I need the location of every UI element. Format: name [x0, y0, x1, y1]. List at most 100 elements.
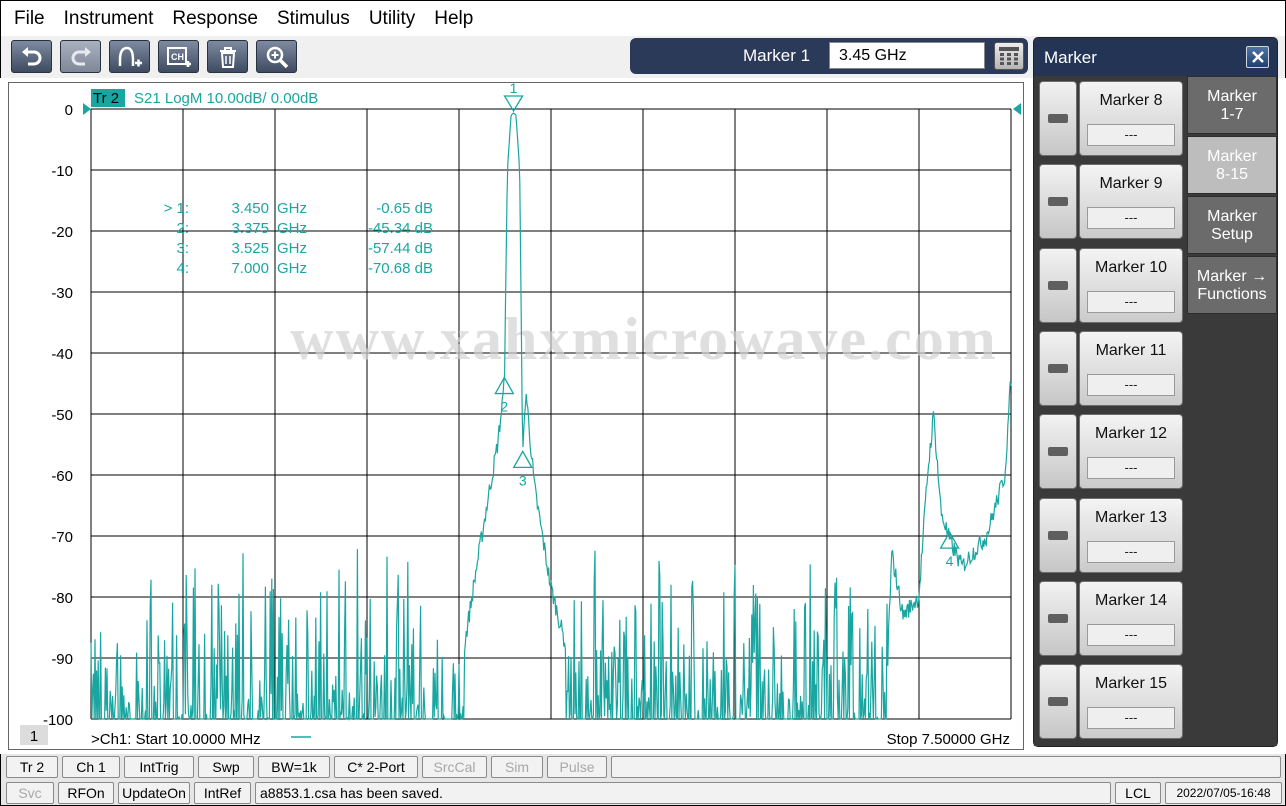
marker-select-button[interactable]: Marker 11 ---	[1079, 330, 1183, 406]
marker-select-button[interactable]: Marker 10 ---	[1079, 247, 1183, 323]
marker-select-button[interactable]: Marker 13 ---	[1079, 497, 1183, 573]
toggle-indicator-icon	[1048, 280, 1068, 290]
trace-info[interactable]: S21 LogM 10.00dB/ 0.00dB	[134, 90, 318, 107]
marker-readout-unit: GHz	[277, 220, 307, 237]
status-channel[interactable]: Ch 1	[62, 756, 120, 778]
marker-button-label: Marker 9	[1099, 175, 1163, 193]
marker-frequency-input[interactable]: 3.45 GHz	[829, 42, 985, 69]
tab-line-2: Functions	[1197, 286, 1267, 303]
marker-row: Marker 11 ---	[1034, 326, 1187, 406]
status-srccal[interactable]: SrcCal	[422, 756, 487, 778]
add-channel-button[interactable]: CH	[158, 40, 199, 73]
marker-toggle-button[interactable]	[1039, 414, 1077, 490]
active-entry-label: Marker 1	[743, 46, 811, 65]
marker-select-button[interactable]: Marker 9 ---	[1079, 164, 1183, 240]
status-datetime: 2022/07/05-16:48	[1165, 782, 1282, 804]
marker-4-label: 4	[946, 553, 954, 569]
redo-button[interactable]	[60, 40, 101, 73]
close-icon	[1251, 51, 1264, 63]
marker-readout-unit: GHz	[277, 200, 307, 217]
ref-level-right-icon	[1013, 103, 1021, 115]
marker-tab[interactable]: Marker → Functions	[1187, 256, 1277, 314]
marker-tab[interactable]: Marker Setup	[1187, 196, 1277, 254]
status-calibration[interactable]: C* 2-Port	[334, 756, 418, 778]
y-tick-label: -90	[51, 651, 73, 668]
marker-select-button[interactable]: Marker 12 ---	[1079, 414, 1183, 490]
delete-button[interactable]	[207, 40, 248, 73]
marker-button-value: ---	[1087, 707, 1175, 730]
marker-toggle-button[interactable]	[1039, 330, 1077, 406]
marker-button-label: Marker 15	[1094, 675, 1168, 693]
marker-button-value: ---	[1087, 290, 1175, 313]
marker-readout-unit: GHz	[277, 260, 307, 277]
y-tick-label: -70	[51, 529, 73, 546]
marker-button-label: Marker 10	[1094, 258, 1168, 276]
status-update-on[interactable]: UpdateOn	[118, 782, 190, 804]
status-rf-on[interactable]: RFOn	[58, 782, 114, 804]
marker-select-button[interactable]: Marker 14 ---	[1079, 580, 1183, 656]
marker-toggle-button[interactable]	[1039, 497, 1077, 573]
marker-toggle-button[interactable]	[1039, 580, 1077, 656]
marker-select-button[interactable]: Marker 8 ---	[1079, 81, 1183, 156]
marker-button-label: Marker 11	[1095, 341, 1167, 359]
marker-tabs: Marker 1-7 Marker 8-15 Marker Setup Marker → Fu…	[1187, 76, 1277, 746]
marker-readout-frequency: 3.375	[231, 220, 269, 237]
add-trace-button[interactable]	[109, 40, 150, 73]
toggle-indicator-icon	[1048, 197, 1068, 207]
marker-button-label: Marker 14	[1094, 591, 1168, 609]
tab-line-1: Marker	[1207, 88, 1257, 105]
status-bandwidth[interactable]: BW=1k	[258, 756, 330, 778]
marker-readout-prefix: > 1:	[164, 200, 189, 217]
toggle-indicator-icon	[1048, 530, 1068, 540]
y-tick-label: -30	[51, 285, 73, 302]
marker-tab[interactable]: Marker 8-15	[1187, 136, 1277, 194]
marker-toggle-button[interactable]	[1039, 664, 1077, 740]
marker-readout-prefix: 4:	[176, 260, 189, 277]
menu-stimulus[interactable]: Stimulus	[268, 1, 360, 37]
panel-header: Marker	[1034, 38, 1277, 76]
marker-2-label: 2	[500, 399, 508, 415]
s21-trace-chart[interactable]: 0-10-20-30-40-50-60-70-80-90-100 www.xah…	[9, 83, 1023, 749]
marker-button-value: ---	[1087, 124, 1175, 146]
marker-row: Marker 12 ---	[1034, 409, 1187, 490]
marker-select-button[interactable]: Marker 15 ---	[1079, 664, 1183, 740]
menu-help[interactable]: Help	[425, 1, 483, 37]
keypad-button[interactable]	[994, 42, 1024, 70]
zoom-button[interactable]	[256, 40, 297, 73]
marker-toggle-button[interactable]	[1039, 81, 1077, 156]
toggle-indicator-icon	[1048, 114, 1068, 123]
stop-frequency-label[interactable]: Stop 7.50000 GHz	[887, 731, 1010, 748]
menu-file[interactable]: File	[5, 1, 55, 37]
tab-line-1: Marker	[1207, 148, 1257, 165]
marker-softkey-panel: Marker Marker 8 --- Marker 9 --- Marker 10 --…	[1033, 37, 1278, 747]
marker-button-value: ---	[1087, 623, 1175, 646]
add-channel-icon: CH	[166, 46, 191, 67]
marker-row: Marker 13 ---	[1034, 493, 1187, 573]
panel-close-button[interactable]	[1246, 46, 1269, 68]
add-trace-icon	[118, 46, 142, 66]
marker-tab[interactable]: Marker 1-7	[1187, 76, 1277, 134]
undo-button[interactable]	[11, 40, 52, 73]
status-int-ref[interactable]: IntRef	[194, 782, 251, 804]
marker-button-label: Marker 13	[1094, 508, 1168, 526]
status-trace[interactable]: Tr 2	[6, 756, 58, 778]
menu-utility[interactable]: Utility	[360, 1, 425, 37]
status-pulse[interactable]: Pulse	[547, 756, 607, 778]
y-tick-label: 0	[65, 102, 73, 119]
start-frequency-label[interactable]: >Ch1: Start 10.0000 MHz	[91, 731, 261, 748]
marker-readout-frequency: 3.525	[231, 240, 269, 257]
status-sim[interactable]: Sim	[491, 756, 543, 778]
marker-readout-prefix: 2:	[176, 220, 189, 237]
y-tick-label: -10	[51, 163, 73, 180]
menu-instrument[interactable]: Instrument	[55, 1, 164, 37]
status-sweep[interactable]: Swp	[198, 756, 254, 778]
status-trigger[interactable]: IntTrig	[124, 756, 194, 778]
trace-tag[interactable]: Tr 2	[93, 90, 119, 107]
marker-readout-value: -0.65 dB	[376, 200, 433, 217]
watermark-text: www.xahxmicrowave.com	[290, 306, 997, 372]
menu-response[interactable]: Response	[163, 1, 268, 37]
measurement-window[interactable]: 0 -10 -20 -30 -40 -50 -60 -70 -80 -90 -100 www.xah…	[8, 82, 1024, 750]
panel-title: Marker	[1044, 48, 1097, 67]
marker-toggle-button[interactable]	[1039, 247, 1077, 323]
marker-toggle-button[interactable]	[1039, 164, 1077, 240]
